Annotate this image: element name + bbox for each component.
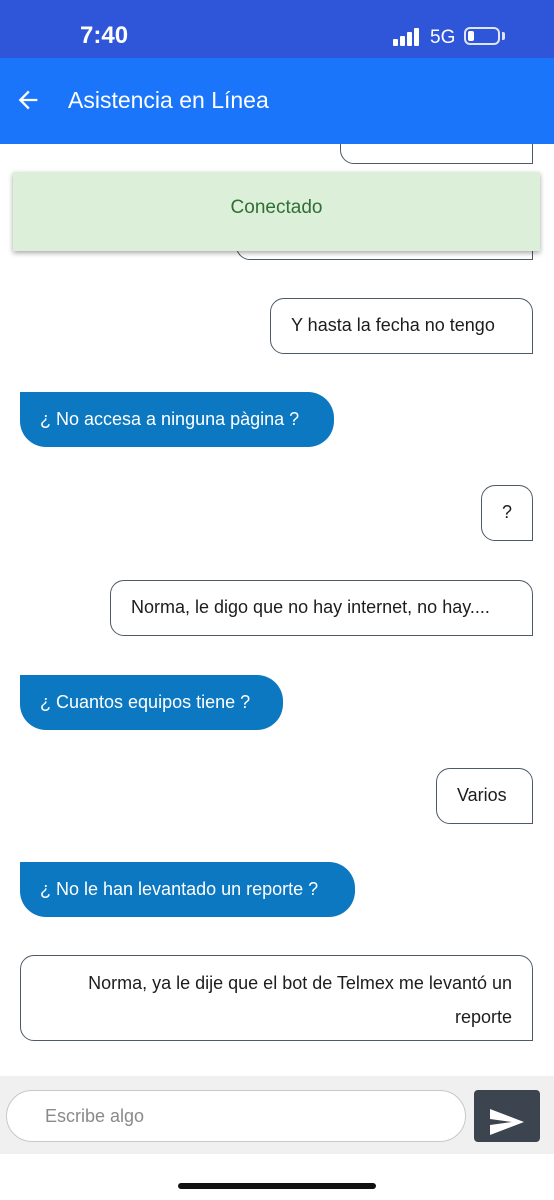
message-text: ¿ No le han levantado un reporte ?: [40, 879, 319, 899]
status-bar: 7:40 5G: [0, 0, 554, 58]
battery-nub: [502, 32, 505, 40]
message-bubble-agent: ¿ No le han levantado un reporte ?: [20, 862, 355, 917]
message-text: ¿ No accesa a ninguna pàgina ?: [40, 409, 300, 429]
message-bubble-user: Y hasta la fecha no tengo: [270, 298, 533, 354]
home-indicator: [178, 1183, 376, 1189]
status-time: 7:40: [80, 22, 129, 49]
message-bubble-agent: ¿ No accesa a ninguna pàgina ?: [20, 392, 334, 447]
message-text: ¿ Cuantos equipos tiene ?: [40, 692, 251, 712]
chat-messages[interactable]: Y hasta la fecha no tengo ¿ No accesa a …: [0, 144, 554, 1076]
connection-status-banner: Conectado: [13, 172, 540, 251]
message-text: Varios: [457, 785, 507, 805]
signal-icon: [393, 28, 419, 46]
message-bubble-user: ?: [481, 485, 533, 541]
app-bar: Asistencia en Línea: [0, 58, 554, 144]
message-composer: [0, 1076, 554, 1154]
message-text: ?: [501, 502, 512, 522]
send-button[interactable]: [474, 1090, 540, 1142]
connection-status-text: Conectado: [230, 197, 323, 218]
message-bubble-agent: ¿ Cuantos equipos tiene ?: [20, 675, 283, 730]
arrow-left-icon[interactable]: [14, 86, 42, 114]
page-title: Asistencia en Línea: [68, 87, 269, 113]
network-label: 5G: [430, 27, 456, 48]
message-text: Norma, le digo que no hay internet, no h…: [131, 597, 490, 617]
partial-message-bubble: [340, 144, 533, 164]
message-bubble-user: Norma, ya le dije que el bot de Telmex m…: [20, 955, 533, 1041]
send-icon: [490, 1108, 524, 1135]
battery-icon: [464, 27, 500, 45]
message-bubble-user: Norma, le digo que no hay internet, no h…: [110, 580, 533, 636]
message-text: Norma, ya le dije que el bot de Telmex m…: [88, 973, 512, 1027]
message-bubble-user: Varios: [436, 768, 533, 824]
message-input[interactable]: [6, 1090, 466, 1142]
message-text: Y hasta la fecha no tengo: [291, 315, 495, 335]
